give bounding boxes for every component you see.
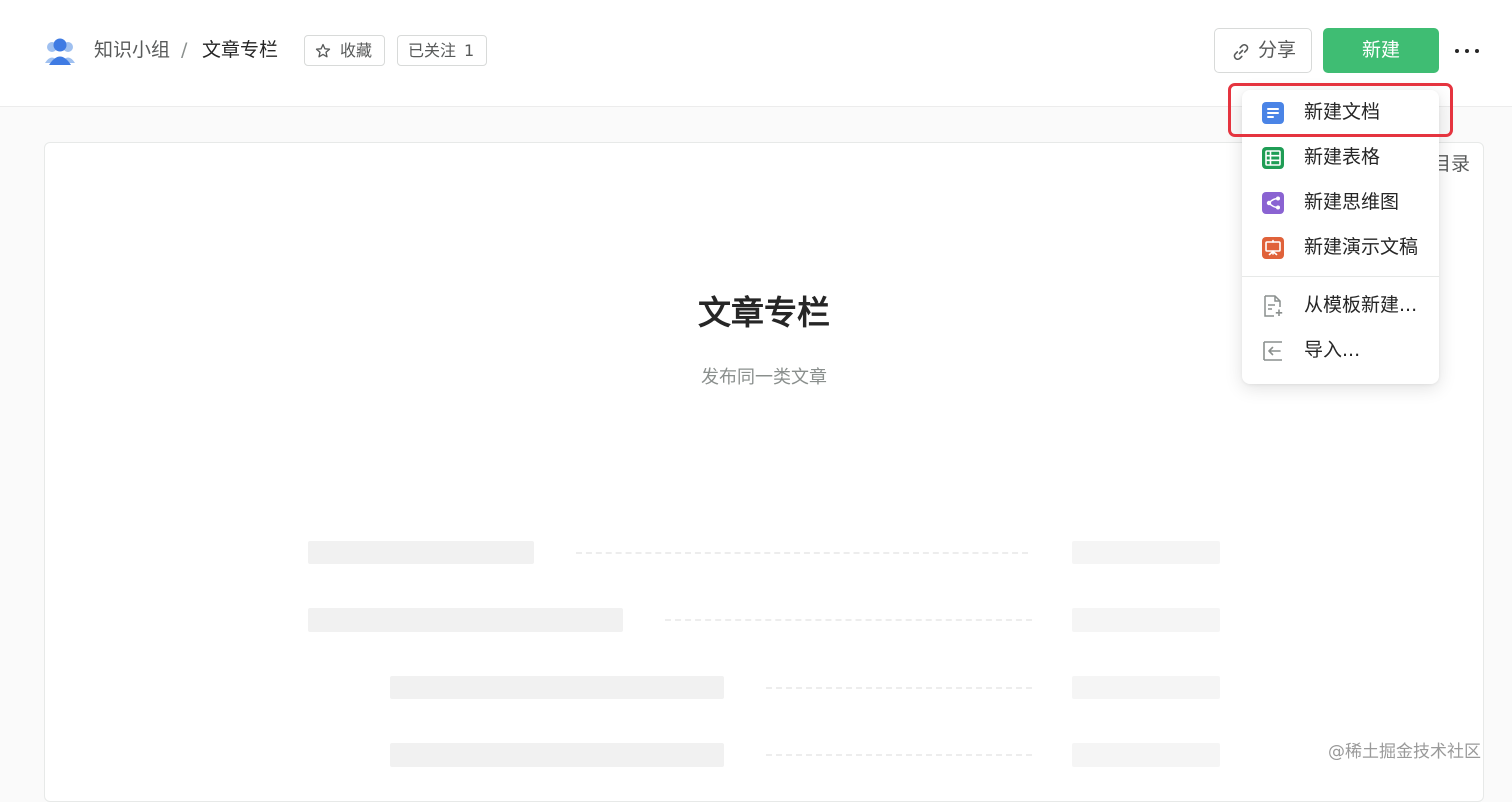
menu-divider bbox=[1242, 276, 1439, 277]
sheet-icon bbox=[1262, 147, 1284, 169]
import-icon bbox=[1263, 341, 1282, 361]
menu-item-label: 新建表格 bbox=[1304, 146, 1381, 168]
breadcrumb-group[interactable]: 知识小组 bbox=[94, 37, 170, 63]
skeleton-meta bbox=[1072, 676, 1220, 699]
skeleton-dash bbox=[766, 687, 1032, 689]
watermark: @稀土掘金技术社区 bbox=[1328, 742, 1481, 762]
follow-button[interactable]: 已关注 1 bbox=[397, 35, 487, 66]
highlight-box bbox=[1228, 83, 1453, 137]
skeleton-title bbox=[308, 608, 623, 632]
skeleton-meta bbox=[1072, 608, 1220, 632]
share-label: 分享 bbox=[1258, 39, 1297, 61]
skeleton-dash bbox=[766, 754, 1032, 756]
mindmap-icon bbox=[1262, 192, 1284, 214]
skeleton-title bbox=[390, 676, 724, 699]
menu-item-new-sheet[interactable]: 新建表格 bbox=[1242, 135, 1439, 180]
skeleton-title bbox=[390, 743, 724, 767]
follow-count: 1 bbox=[464, 41, 475, 60]
new-button[interactable]: 新建 bbox=[1323, 28, 1439, 73]
menu-item-label: 导入... bbox=[1304, 339, 1361, 361]
breadcrumb-book[interactable]: 文章专栏 bbox=[202, 37, 278, 63]
more-icon[interactable] bbox=[1452, 36, 1482, 66]
book-title: 文章专栏 bbox=[698, 293, 830, 332]
skeleton-meta bbox=[1072, 743, 1220, 767]
star-button[interactable]: 收藏 bbox=[304, 35, 385, 66]
breadcrumb-separator: / bbox=[181, 39, 188, 61]
menu-item-new-mindmap[interactable]: 新建思维图 bbox=[1242, 180, 1439, 225]
star-label: 收藏 bbox=[340, 41, 373, 60]
book-description: 发布同一类文章 bbox=[701, 367, 827, 388]
slides-icon bbox=[1262, 237, 1284, 259]
follow-label: 已关注 bbox=[408, 41, 457, 60]
menu-item-import[interactable]: 导入... bbox=[1242, 328, 1439, 373]
menu-item-from-template[interactable]: 从模板新建... bbox=[1242, 283, 1439, 328]
skeleton-title bbox=[308, 541, 534, 564]
menu-item-new-slides[interactable]: 新建演示文稿 bbox=[1242, 225, 1439, 270]
menu-item-label: 新建思维图 bbox=[1304, 191, 1400, 213]
skeleton-dash bbox=[665, 619, 1032, 621]
template-icon bbox=[1264, 295, 1283, 317]
group-avatar-icon[interactable] bbox=[44, 36, 76, 66]
link-icon bbox=[1233, 44, 1249, 60]
skeleton-dash bbox=[576, 552, 1028, 554]
menu-item-label: 从模板新建... bbox=[1304, 294, 1418, 316]
menu-item-label: 新建演示文稿 bbox=[1304, 236, 1419, 258]
star-icon bbox=[315, 43, 331, 58]
skeleton-meta bbox=[1072, 541, 1220, 564]
share-button[interactable]: 分享 bbox=[1214, 28, 1312, 73]
